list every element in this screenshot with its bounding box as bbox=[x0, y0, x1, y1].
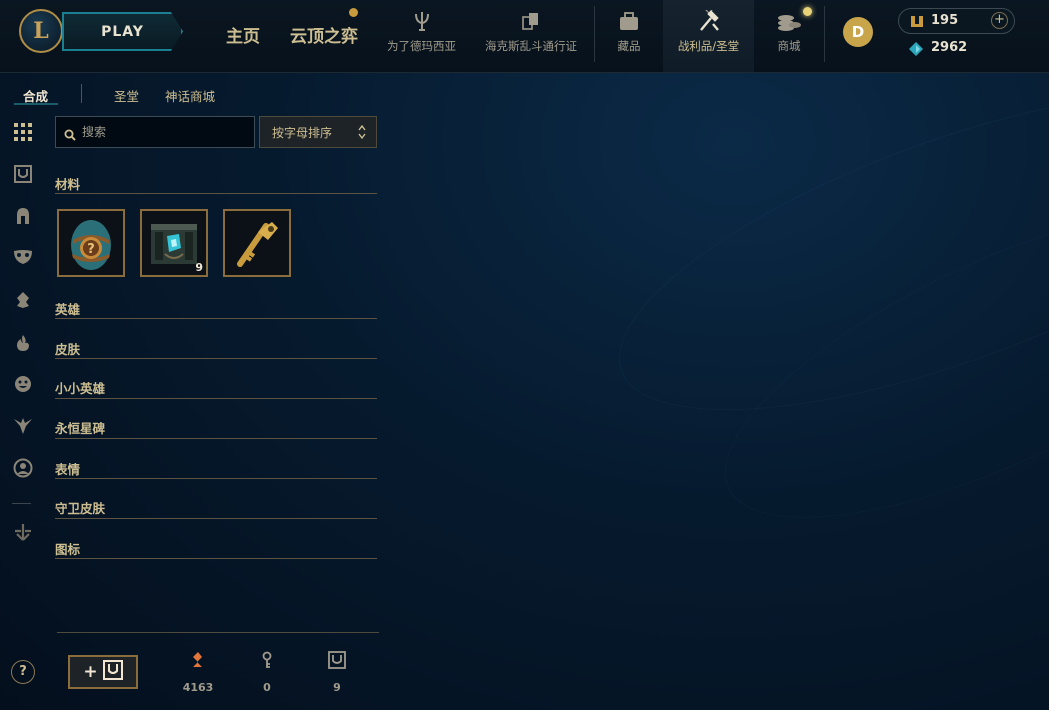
cards-icon bbox=[521, 10, 541, 32]
nav-loot[interactable]: 战利品/圣堂 bbox=[663, 8, 754, 68]
category-divider bbox=[55, 438, 377, 439]
nav-collection[interactable]: 藏品 bbox=[608, 8, 650, 68]
category-divider bbox=[55, 318, 377, 319]
coins-stack-icon bbox=[776, 10, 802, 32]
category-divider bbox=[55, 558, 377, 559]
chest-stat: 9 bbox=[312, 651, 362, 694]
orange-essence-stat: 4163 bbox=[173, 651, 223, 694]
help-button[interactable]: ? bbox=[11, 660, 35, 684]
helmet-icon[interactable] bbox=[13, 206, 33, 226]
key-fragment-stat: 0 bbox=[242, 651, 292, 694]
category-divider bbox=[55, 398, 377, 399]
mask-icon[interactable] bbox=[13, 247, 33, 267]
little-legend-icon[interactable] bbox=[13, 290, 33, 310]
backpack-icon bbox=[618, 10, 640, 32]
sort-dropdown[interactable]: 按字母排序 bbox=[259, 116, 377, 148]
category-little-legends[interactable]: 小小英雄 bbox=[55, 378, 105, 397]
fire-icon[interactable] bbox=[13, 333, 33, 353]
nav-label: 战利品/圣堂 bbox=[677, 39, 740, 53]
category-eternals[interactable]: 永恒星碑 bbox=[55, 418, 105, 437]
category-divider bbox=[55, 193, 377, 194]
loot-item-hextech-key[interactable] bbox=[223, 209, 291, 277]
arrow-down-icon[interactable] bbox=[13, 522, 33, 542]
nav-divider bbox=[594, 6, 595, 62]
nav-store[interactable]: 商城 bbox=[768, 8, 810, 68]
loot-count: 9 bbox=[195, 261, 203, 274]
subnav-divider bbox=[81, 84, 82, 103]
nav-home[interactable]: 主页 bbox=[226, 22, 260, 47]
chest-icon bbox=[102, 659, 123, 685]
key-fragment-amount: 0 bbox=[263, 681, 271, 694]
chest-icon[interactable] bbox=[13, 164, 33, 184]
buy-rp-button[interactable]: + bbox=[991, 12, 1008, 29]
sort-label: 按字母排序 bbox=[272, 125, 333, 140]
nav-aram-pass[interactable]: 海克斯乱斗通行证 bbox=[481, 8, 581, 68]
rail-divider bbox=[12, 503, 31, 504]
play-button[interactable]: PLAY bbox=[62, 12, 183, 51]
nav-label: 藏品 bbox=[617, 39, 641, 53]
orange-essence-amount: 4163 bbox=[182, 681, 214, 694]
nav-label: 为了德玛西亚 bbox=[387, 39, 456, 53]
mystery-egg-icon: ? bbox=[62, 214, 120, 272]
bottom-divider bbox=[57, 632, 379, 633]
hextech-key-icon bbox=[228, 214, 286, 272]
profile-icon[interactable] bbox=[13, 458, 33, 478]
category-divider bbox=[55, 358, 377, 359]
active-tab-indicator bbox=[14, 103, 58, 105]
crafting-hammer-icon bbox=[697, 10, 721, 32]
nav-label: 商城 bbox=[777, 39, 801, 53]
category-divider bbox=[55, 478, 377, 479]
search-input[interactable] bbox=[82, 117, 250, 147]
nav-for-demacia[interactable]: 为了德玛西亚 bbox=[384, 8, 459, 68]
category-divider bbox=[55, 518, 377, 519]
category-ward-skins[interactable]: 守卫皮肤 bbox=[55, 498, 105, 517]
plus-label: + bbox=[83, 662, 98, 682]
emote-face-icon[interactable] bbox=[13, 374, 33, 394]
league-logo-icon[interactable]: L bbox=[19, 9, 63, 53]
category-emotes[interactable]: 表情 bbox=[55, 459, 80, 478]
store-notification-dot bbox=[803, 7, 812, 16]
search-icon bbox=[64, 126, 76, 145]
category-materials[interactable]: 材料 bbox=[55, 174, 80, 193]
blue-essence-amount: 2962 bbox=[931, 40, 968, 55]
profile-badge-icon[interactable]: D bbox=[843, 17, 873, 47]
loot-item-hextech-chest[interactable]: 9 bbox=[140, 209, 208, 277]
sort-chevron-icon bbox=[358, 124, 366, 143]
top-navigation-bar: L PLAY 主页 云顶之弈 为了德玛西亚 海克斯乱斗通行证 藏品 战利品/圣堂 bbox=[0, 0, 1049, 73]
orange-essence-icon bbox=[189, 651, 207, 673]
hextech-chest-icon bbox=[145, 214, 203, 272]
svg-text:?: ? bbox=[87, 242, 95, 257]
nav-tft[interactable]: 云顶之弈 bbox=[290, 22, 358, 47]
grid-icon[interactable] bbox=[13, 122, 33, 142]
tft-notification-dot bbox=[349, 8, 358, 17]
chest-amount: 9 bbox=[333, 681, 341, 694]
search-field[interactable] bbox=[55, 116, 255, 148]
blue-essence-icon bbox=[909, 41, 923, 60]
trident-icon bbox=[412, 10, 432, 32]
key-fragment-icon bbox=[260, 651, 274, 673]
nav-label: 海克斯乱斗通行证 bbox=[485, 39, 577, 53]
chest-icon bbox=[328, 651, 346, 673]
loot-item-mystery-egg[interactable]: ? bbox=[57, 209, 125, 277]
nav-divider bbox=[824, 6, 825, 62]
category-champions[interactable]: 英雄 bbox=[55, 299, 80, 318]
category-icons[interactable]: 图标 bbox=[55, 539, 80, 558]
tab-mythic-shop[interactable]: 神话商城 bbox=[165, 86, 215, 105]
ward-icon[interactable] bbox=[13, 416, 33, 436]
category-skins[interactable]: 皮肤 bbox=[55, 339, 80, 358]
add-chest-button[interactable]: + bbox=[68, 655, 138, 689]
rp-amount: 195 bbox=[931, 13, 959, 28]
tab-sanctum[interactable]: 圣堂 bbox=[114, 86, 139, 105]
riot-points-icon bbox=[909, 13, 925, 33]
